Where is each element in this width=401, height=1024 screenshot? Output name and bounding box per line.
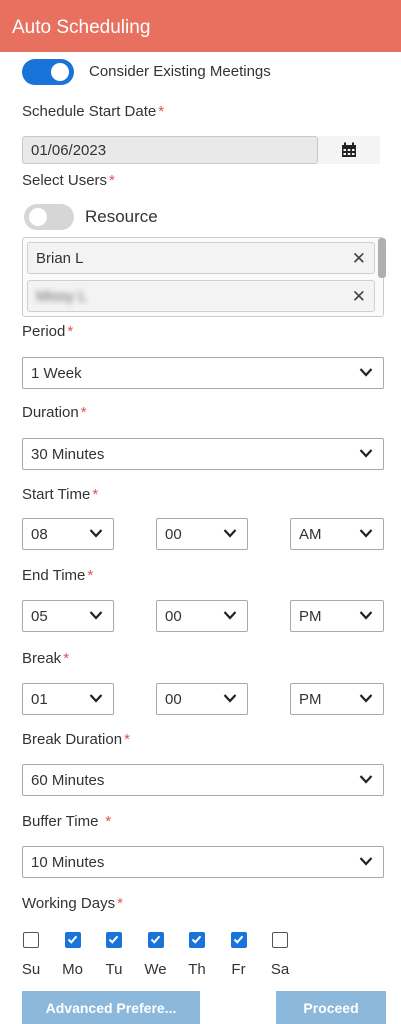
close-icon[interactable]: ✕ (352, 249, 366, 269)
chevron-down-icon (223, 529, 237, 538)
check-icon (233, 935, 243, 944)
check-icon (67, 935, 77, 944)
day-label: Fr (231, 961, 246, 978)
user-chip-name: Brian L (36, 250, 84, 267)
required-marker: * (124, 731, 130, 748)
check-icon (150, 935, 160, 944)
day-checkbox-mo[interactable] (64, 932, 81, 948)
end-hour-value: 05 (31, 608, 48, 625)
chevron-down-icon (359, 449, 373, 458)
required-marker: * (158, 103, 165, 120)
day-label: Mo (62, 961, 83, 978)
required-marker: * (87, 567, 94, 584)
check-icon (108, 935, 119, 944)
break-ampm-select[interactable]: PM (290, 683, 384, 715)
day-checkbox-su[interactable] (23, 932, 39, 948)
start-date-label: Schedule Start Date * (22, 103, 165, 120)
break-duration-value: 60 Minutes (31, 772, 105, 789)
required-marker: * (80, 404, 87, 421)
panel-header: Auto Scheduling (0, 0, 401, 52)
break-minute-value: 00 (165, 691, 182, 708)
break-ampm-value: PM (299, 691, 322, 708)
chevron-down-icon (89, 694, 103, 703)
close-icon[interactable]: ✕ (352, 287, 366, 307)
buffer-time-label: Buffer Time * (22, 813, 112, 830)
end-ampm-select[interactable]: PM (290, 600, 384, 632)
toggle-knob (29, 208, 47, 226)
required-marker: * (105, 813, 112, 830)
day-checkbox-we[interactable] (147, 932, 164, 948)
break-duration-label: Break Duration * (22, 731, 130, 748)
chevron-down-icon (359, 529, 373, 538)
day-checkbox-fr[interactable] (230, 932, 247, 948)
period-label: Period * (22, 323, 74, 340)
consider-meetings-toggle[interactable] (22, 59, 74, 85)
chevron-down-icon (223, 611, 237, 620)
chevron-down-icon (89, 611, 103, 620)
resource-label: Resource (85, 207, 158, 226)
check-icon (191, 935, 202, 944)
calendar-icon (342, 142, 356, 157)
panel-title: Auto Scheduling (12, 17, 151, 38)
end-minute-value: 00 (165, 608, 182, 625)
day-label: Th (188, 961, 206, 978)
duration-label: Duration * (22, 404, 87, 421)
buffer-time-select[interactable]: 10 Minutes (22, 846, 384, 878)
chevron-down-icon (359, 611, 373, 620)
chevron-down-icon (359, 694, 373, 703)
user-chip: Missy L ✕ (27, 280, 375, 312)
start-ampm-value: AM (299, 526, 322, 543)
break-duration-select[interactable]: 60 Minutes (22, 764, 384, 796)
required-marker: * (117, 895, 123, 912)
day-label: We (144, 961, 167, 978)
start-time-label: Start Time * (22, 486, 99, 503)
start-date-input[interactable]: 01/06/2023 (22, 136, 318, 164)
period-select[interactable]: 1 Week (22, 357, 384, 389)
start-hour-value: 08 (31, 526, 48, 543)
users-scrollbar[interactable] (378, 238, 386, 278)
advanced-preferences-button[interactable]: Advanced Prefere... (22, 991, 200, 1024)
break-hour-value: 01 (31, 691, 48, 708)
required-marker: * (63, 650, 70, 667)
resource-toggle[interactable] (24, 204, 74, 230)
day-checkbox-tu[interactable] (106, 932, 122, 948)
day-label: Tu (105, 961, 123, 978)
end-ampm-value: PM (299, 608, 322, 625)
day-label: Sa (270, 961, 290, 978)
start-minute-select[interactable]: 00 (156, 518, 248, 550)
working-days-label: Working Days * (22, 895, 123, 912)
select-users-label: Select Users * (22, 172, 115, 189)
chevron-down-icon (359, 857, 373, 866)
consider-meetings-label: Consider Existing Meetings (89, 63, 271, 80)
break-minute-select[interactable]: 00 (156, 683, 248, 715)
duration-select[interactable]: 30 Minutes (22, 438, 384, 470)
day-label: Su (21, 961, 41, 978)
required-marker: * (92, 486, 99, 503)
end-minute-select[interactable]: 00 (156, 600, 248, 632)
end-time-label: End Time * (22, 567, 94, 584)
start-minute-value: 00 (165, 526, 182, 543)
buffer-time-value: 10 Minutes (31, 854, 105, 871)
start-ampm-select[interactable]: AM (290, 518, 384, 550)
start-hour-select[interactable]: 08 (22, 518, 114, 550)
period-value: 1 Week (31, 365, 82, 382)
proceed-button[interactable]: Proceed (276, 991, 386, 1024)
day-checkbox-th[interactable] (189, 932, 205, 948)
chevron-down-icon (223, 694, 237, 703)
required-marker: * (109, 172, 115, 189)
required-marker: * (67, 323, 74, 340)
duration-value: 30 Minutes (31, 446, 105, 463)
toggle-knob (51, 63, 69, 81)
day-checkbox-sa[interactable] (272, 932, 288, 948)
calendar-button[interactable] (318, 136, 380, 164)
break-label: Break * (22, 650, 70, 667)
break-hour-select[interactable]: 01 (22, 683, 114, 715)
end-hour-select[interactable]: 05 (22, 600, 114, 632)
chevron-down-icon (89, 529, 103, 538)
user-chip-name: Missy L (36, 288, 87, 305)
selected-users-list[interactable]: Brian L ✕ Missy L ✕ (22, 237, 384, 317)
chevron-down-icon (359, 368, 373, 377)
chevron-down-icon (359, 775, 373, 784)
user-chip: Brian L ✕ (27, 242, 375, 274)
